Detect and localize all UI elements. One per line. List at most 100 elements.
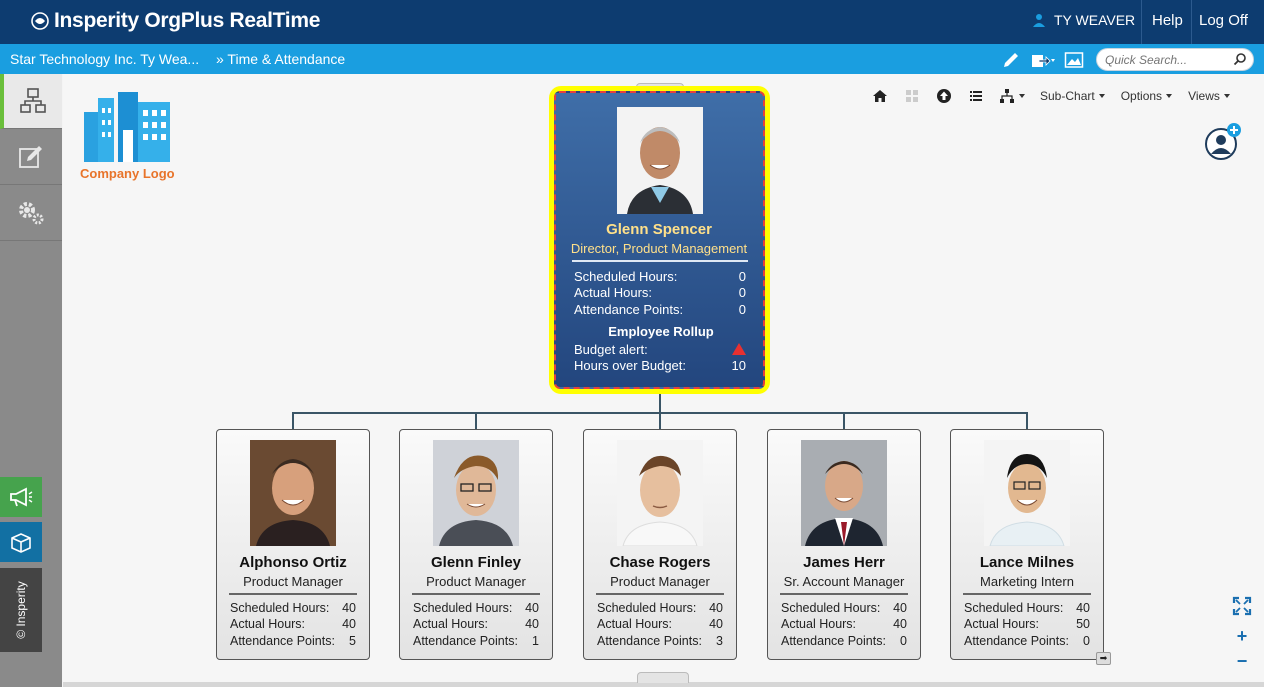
user-menu[interactable]: TY WEAVER [1032, 12, 1135, 28]
connector [659, 394, 661, 413]
actual-hours-label: Actual Hours: [964, 617, 1040, 631]
sidebar-item-edit[interactable] [0, 130, 62, 185]
log-off-link[interactable]: Log Off [1199, 12, 1248, 29]
list-icon [970, 91, 982, 101]
export-icon[interactable] [1030, 50, 1056, 70]
breadcrumb-company[interactable]: Star Technology Inc. Ty Wea... [10, 51, 208, 67]
layout-button[interactable] [898, 84, 926, 108]
scheduled-hours-row: Scheduled Hours: 40 [597, 601, 723, 615]
box-icon [11, 533, 31, 553]
employee-title: Product Manager [243, 574, 343, 589]
actual-hours-value: 50 [1076, 617, 1090, 631]
employee-name: Glenn Finley [430, 554, 521, 571]
scheduled-hours-row: Scheduled Hours: 0 [574, 269, 746, 284]
image-icon[interactable] [1064, 50, 1084, 70]
home-button[interactable] [866, 84, 894, 108]
add-person-icon[interactable] [1203, 122, 1243, 162]
fit-screen-icon[interactable] [1232, 596, 1252, 616]
employee-name: Lance Milnes [979, 554, 1075, 571]
attendance-points-row: Attendance Points: 0 [574, 302, 746, 317]
attendance-points-row: Attendance Points: 0 [964, 634, 1090, 648]
attendance-points-label: Attendance Points: [781, 634, 886, 648]
search-icon[interactable] [1233, 52, 1247, 66]
divider [572, 260, 748, 262]
connector [475, 412, 477, 430]
actual-hours-label: Actual Hours: [230, 617, 306, 631]
attendance-points-value: 0 [900, 634, 907, 648]
actual-hours-value: 40 [525, 617, 539, 631]
scheduled-hours-value: 40 [893, 601, 907, 615]
connector [843, 412, 845, 430]
subchart-label: Sub-Chart [1040, 89, 1095, 103]
divider [229, 593, 357, 595]
arrow-right-icon[interactable]: ➡ [1096, 652, 1111, 665]
user-icon [1033, 14, 1045, 27]
user-name: TY WEAVER [1054, 12, 1136, 28]
employee-name: Chase Rogers [609, 554, 711, 571]
go-up-button[interactable] [930, 84, 958, 108]
whats-new-button[interactable] [0, 522, 42, 562]
edit-pencil-icon[interactable] [1001, 50, 1021, 70]
breadcrumb-time-attendance[interactable]: » Time & Attendance [216, 51, 345, 67]
actual-hours-row: Actual Hours: 40 [230, 617, 356, 631]
employee-photo [984, 440, 1070, 546]
zoom-in-button[interactable]: + [1233, 627, 1251, 645]
scheduled-hours-label: Scheduled Hours: [413, 601, 513, 615]
quick-search [1096, 48, 1254, 71]
hours-over-budget-row: Hours over Budget: 10 [574, 358, 746, 373]
announcements-button[interactable] [0, 477, 42, 517]
employee-name: James Herr [803, 554, 885, 571]
actual-hours-row: Actual Hours: 40 [597, 617, 723, 631]
attendance-points-value: 0 [738, 302, 746, 317]
employee-photo [801, 440, 887, 546]
actual-hours-value: 40 [342, 617, 356, 631]
employee-title: Sr. Account Manager [783, 574, 905, 589]
attendance-points-row: Attendance Points: 5 [230, 634, 356, 648]
employee-card[interactable]: Chase Rogers Product Manager Scheduled H… [583, 429, 737, 660]
employee-card[interactable]: Alphonso Ortiz Product Manager Scheduled… [216, 429, 370, 660]
employee-photo [617, 107, 703, 214]
org-chart-icon [20, 88, 46, 113]
connector [292, 412, 294, 430]
employee-card[interactable]: Lance Milnes Marketing Intern Scheduled … [950, 429, 1104, 660]
sidebar-item-settings[interactable] [0, 186, 62, 241]
scheduled-hours-value: 40 [1076, 601, 1090, 615]
app-logo[interactable]: Insperity OrgPlus RealTime [30, 9, 320, 33]
actual-hours-label: Actual Hours: [574, 285, 653, 300]
hierarchy-dropdown[interactable] [994, 84, 1030, 108]
employee-title: Marketing Intern [980, 574, 1074, 589]
attendance-points-value: 5 [349, 634, 356, 648]
list-view-button[interactable] [962, 84, 990, 108]
employee-card[interactable]: Glenn Finley Product Manager Scheduled H… [399, 429, 553, 660]
scheduled-hours-row: Scheduled Hours: 40 [964, 601, 1090, 615]
attendance-points-row: Attendance Points: 3 [597, 634, 723, 648]
copyright-label: © Insperity [14, 581, 28, 639]
help-link[interactable]: Help [1152, 12, 1183, 29]
top-bar: Insperity OrgPlus RealTime TY WEAVER Hel… [0, 0, 1264, 44]
zoom-out-button[interactable]: − [1233, 652, 1251, 670]
attendance-points-value: 1 [532, 634, 539, 648]
scheduled-hours-value: 0 [738, 269, 746, 284]
scheduled-hours-row: Scheduled Hours: 40 [781, 601, 907, 615]
chart-toolbar: Sub-Chart Options Views [866, 84, 1240, 108]
expand-tab[interactable] [637, 672, 689, 683]
actual-hours-row: Actual Hours: 0 [574, 285, 746, 300]
employee-name: Glenn Spencer [606, 221, 712, 238]
scheduled-hours-row: Scheduled Hours: 40 [230, 601, 356, 615]
actual-hours-row: Actual Hours: 50 [964, 617, 1090, 631]
options-dropdown[interactable]: Options [1115, 84, 1178, 108]
employee-card[interactable]: James Herr Sr. Account Manager Scheduled… [767, 429, 921, 660]
actual-hours-value: 40 [709, 617, 723, 631]
subchart-dropdown[interactable]: Sub-Chart [1034, 84, 1111, 108]
scheduled-hours-value: 40 [709, 601, 723, 615]
employee-title: Director, Product Management [570, 241, 748, 256]
sidebar-item-orgchart[interactable] [0, 74, 62, 129]
breadcrumb: Star Technology Inc. Ty Wea... » Time & … [10, 51, 345, 67]
search-input[interactable] [1097, 49, 1227, 70]
divider [1191, 0, 1192, 44]
employee-photo [433, 440, 519, 546]
attendance-points-label: Attendance Points: [597, 634, 702, 648]
views-dropdown[interactable]: Views [1182, 84, 1236, 108]
chevron-down-icon [1166, 94, 1173, 98]
megaphone-icon [10, 487, 33, 507]
